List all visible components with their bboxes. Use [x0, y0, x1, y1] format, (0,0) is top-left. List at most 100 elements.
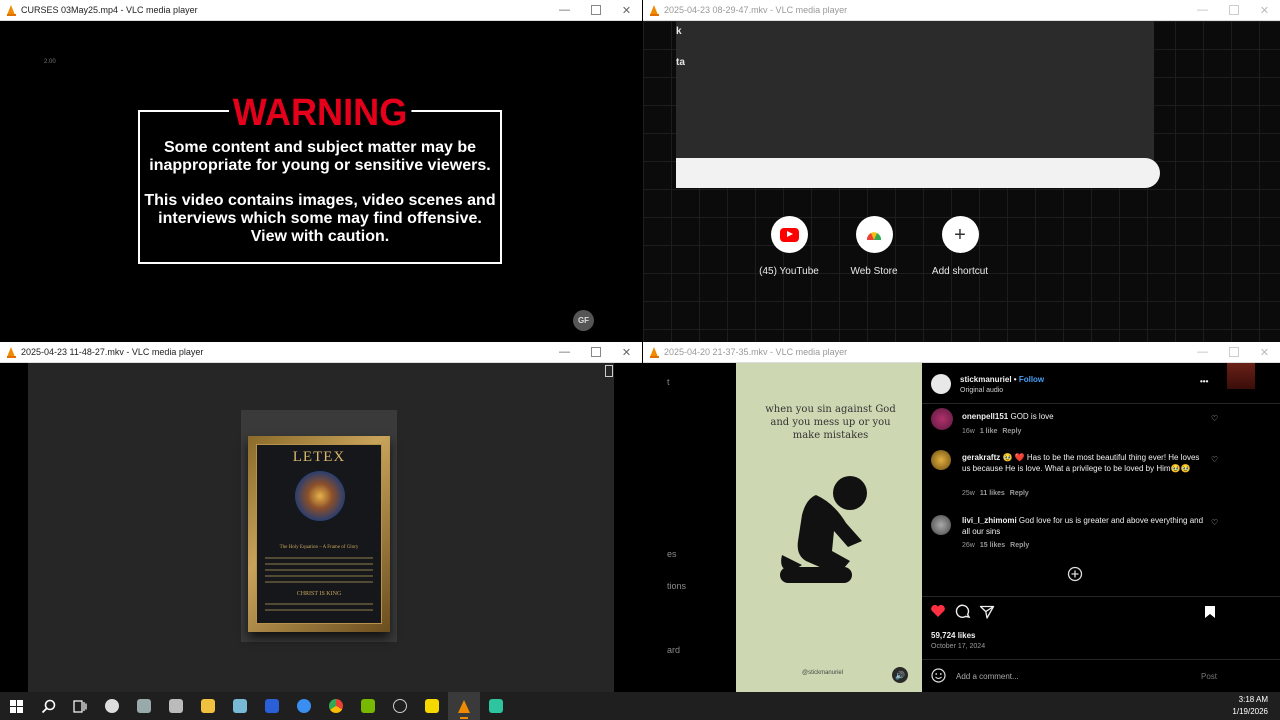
like-comment-icon[interactable]: ♡: [1211, 414, 1218, 423]
video-surface[interactable]: LETEX The Holy Equation – A Frame of Glo…: [0, 363, 642, 692]
author-name[interactable]: stickmanuriel • Follow: [960, 375, 1044, 384]
taskbar-app[interactable]: [224, 692, 256, 720]
title-bar[interactable]: CURSES 03May25.mp4 - VLC media player — …: [0, 0, 642, 21]
avatar[interactable]: [931, 374, 951, 394]
video-surface[interactable]: k ta (45) YouTube Web Store + Add shortc…: [643, 21, 1280, 342]
like-comment-icon[interactable]: ♡: [1211, 518, 1218, 527]
comment-likes[interactable]: 11 likes: [980, 490, 1005, 497]
bookmark-icon[interactable]: [1204, 605, 1216, 619]
taskbar-app[interactable]: [320, 692, 352, 720]
comment-age: 26w: [962, 542, 975, 549]
task-view-button[interactable]: [64, 692, 96, 720]
taskbar-app[interactable]: [416, 692, 448, 720]
search-bar[interactable]: [676, 158, 1160, 188]
avatar[interactable]: [931, 408, 953, 430]
taskbar-app[interactable]: [352, 692, 384, 720]
reel-video[interactable]: when you sin against God and you mess up…: [736, 363, 922, 692]
taskbar-app[interactable]: [384, 692, 416, 720]
comment-icon[interactable]: [955, 604, 971, 620]
follow-button[interactable]: Follow: [1019, 375, 1044, 384]
share-icon[interactable]: [979, 604, 995, 620]
taskbar-app[interactable]: [96, 692, 128, 720]
text-fragment: t: [667, 377, 670, 387]
taskbar: 3:18 AM 1/19/2026: [0, 692, 1280, 720]
maximize-button[interactable]: [580, 0, 611, 21]
comment-input[interactable]: Add a comment...: [956, 672, 1019, 681]
minimize-button[interactable]: —: [1187, 342, 1218, 363]
avatar[interactable]: [931, 450, 951, 470]
maximize-button[interactable]: [1218, 342, 1249, 363]
vlc-window-1[interactable]: CURSES 03May25.mp4 - VLC media player — …: [0, 0, 642, 342]
divider: [922, 403, 1280, 404]
reply-button[interactable]: Reply: [1010, 490, 1029, 497]
text-lines: [265, 563, 373, 565]
app-icon: [393, 699, 407, 713]
maximize-button[interactable]: [580, 342, 611, 363]
reply-button[interactable]: Reply: [1002, 428, 1021, 435]
kneeling-figure-image: [780, 476, 867, 583]
text-lines: [265, 569, 373, 571]
comment-likes[interactable]: 15 likes: [980, 542, 1005, 549]
taskbar-app[interactable]: [128, 692, 160, 720]
add-circle-icon[interactable]: [1067, 566, 1083, 582]
taskbar-app[interactable]: [480, 692, 512, 720]
like-comment-icon[interactable]: ♡: [1211, 455, 1218, 464]
youtube-icon: [779, 227, 799, 242]
minimize-button[interactable]: —: [549, 342, 580, 363]
vlc-window-3[interactable]: 2025-04-23 11-48-27.mkv - VLC media play…: [0, 342, 642, 692]
taskbar-app[interactable]: [288, 692, 320, 720]
more-options-icon[interactable]: •••: [1200, 376, 1208, 387]
heart-icon[interactable]: [930, 604, 946, 618]
comment-age: 25w: [962, 490, 975, 497]
nvidia-icon: [361, 699, 375, 713]
avatar[interactable]: [931, 515, 951, 535]
start-button[interactable]: [0, 692, 32, 720]
likes-count[interactable]: 59,724 likes: [931, 631, 975, 640]
jesus-portrait-image: [295, 471, 345, 521]
gf-logo: GF: [573, 310, 594, 331]
comment-username[interactable]: onenpell151: [962, 412, 1008, 421]
comment-username[interactable]: gerakraftz: [962, 453, 1000, 462]
reply-button[interactable]: Reply: [1010, 542, 1029, 549]
vlc-window-2[interactable]: 2025-04-23 08-29-47.mkv - VLC media play…: [643, 0, 1280, 342]
close-button[interactable]: ✕: [611, 0, 642, 21]
taskbar-app[interactable]: [192, 692, 224, 720]
title-bar[interactable]: 2025-04-20 21-37-35.mkv - VLC media play…: [643, 342, 1280, 363]
speaker-icon[interactable]: 🔊: [892, 667, 908, 683]
minimize-button[interactable]: —: [1187, 0, 1218, 21]
shortcut-web-store[interactable]: Web Store: [829, 216, 919, 277]
shortcut-youtube[interactable]: (45) YouTube: [744, 216, 834, 277]
poster-title: LETEX: [292, 449, 346, 465]
divider: [922, 596, 1280, 597]
taskbar-app[interactable]: [160, 692, 192, 720]
comment-likes[interactable]: 1 like: [980, 428, 998, 435]
reel-caption: when you sin against God and you mess up…: [765, 404, 896, 441]
copy-icon: [605, 365, 613, 377]
emoji-icon[interactable]: [931, 668, 946, 683]
text-fragment: ta: [676, 57, 685, 68]
audio-label[interactable]: Original audio: [960, 387, 1003, 394]
post-button[interactable]: Post: [1201, 672, 1217, 681]
comment-username[interactable]: livi_l_zhimomi: [962, 516, 1017, 525]
plus-icon: +: [954, 223, 966, 246]
vlc-icon: [458, 699, 470, 713]
vlc-window-4[interactable]: 2025-04-20 21-37-35.mkv - VLC media play…: [643, 342, 1280, 692]
video-surface[interactable]: 2.00 Some content and subject matter may…: [0, 21, 642, 342]
taskbar-app[interactable]: [256, 692, 288, 720]
close-button[interactable]: ✕: [1249, 342, 1280, 363]
search-button[interactable]: [32, 692, 64, 720]
shortcut-add[interactable]: + Add shortcut: [915, 216, 1005, 277]
title-bar[interactable]: 2025-04-23 08-29-47.mkv - VLC media play…: [643, 0, 1280, 21]
taskbar-app-vlc[interactable]: [448, 692, 480, 720]
window-title: 2025-04-23 11-48-27.mkv - VLC media play…: [21, 347, 204, 357]
title-bar[interactable]: 2025-04-23 11-48-27.mkv - VLC media play…: [0, 342, 642, 363]
video-surface[interactable]: t es tions ard when you sin against God …: [643, 363, 1280, 692]
comment: livi_l_zhimomi God love for us is greate…: [962, 515, 1207, 537]
author-username[interactable]: stickmanuriel: [960, 375, 1012, 384]
minimize-button[interactable]: —: [549, 0, 580, 21]
maximize-button[interactable]: [1218, 0, 1249, 21]
close-button[interactable]: ✕: [611, 342, 642, 363]
close-button[interactable]: ✕: [1249, 0, 1280, 21]
system-clock[interactable]: 3:18 AM 1/19/2026: [1232, 694, 1268, 718]
comment-meta: 26w 15 likes Reply: [962, 542, 1029, 549]
